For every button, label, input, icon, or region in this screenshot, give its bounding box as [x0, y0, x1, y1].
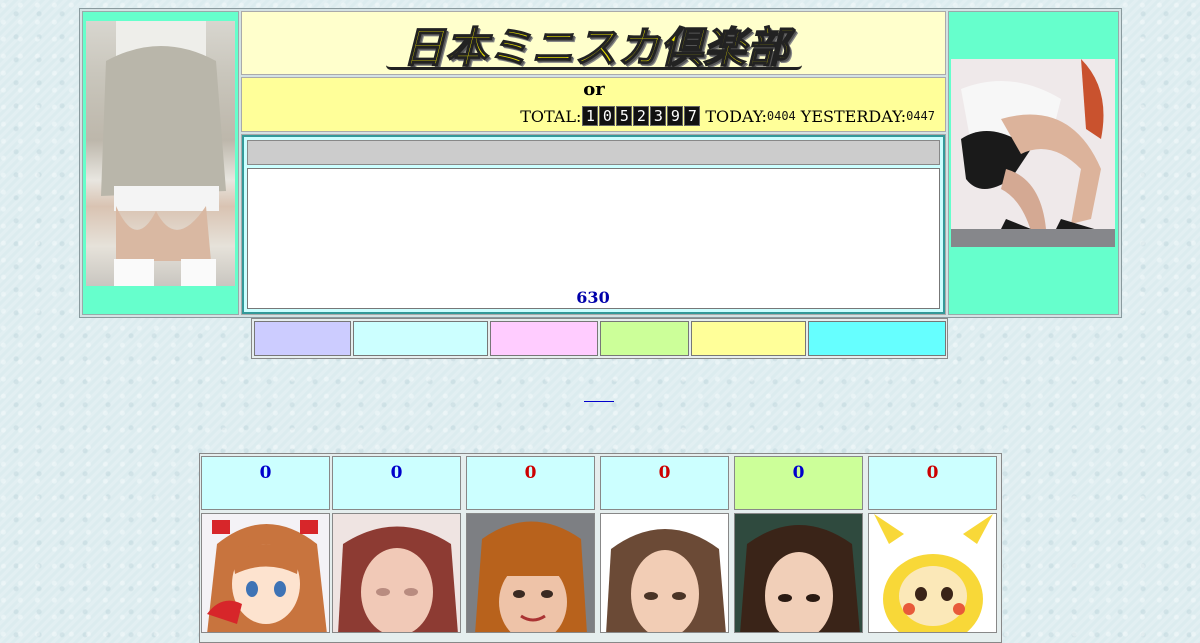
news-count-link[interactable]: 630 — [560, 288, 626, 308]
gallery-count[interactable]: 0 — [391, 463, 403, 483]
menu-button-3[interactable] — [490, 321, 598, 356]
access-counter: TOTAL: 1 0 5 2 3 9 7 TODAY: 0404 YESTERD… — [440, 104, 940, 128]
total-digit: 1 — [582, 106, 599, 126]
center-link[interactable] — [584, 386, 614, 402]
gallery-header: 0 — [868, 456, 997, 510]
total-digit: 5 — [616, 106, 633, 126]
gallery-image-anime-girl[interactable] — [201, 513, 330, 633]
gallery-image-woman-2[interactable] — [466, 513, 595, 633]
gallery-count[interactable]: 0 — [927, 463, 939, 483]
gallery-header: 0 — [332, 456, 461, 510]
menu-button-4[interactable] — [600, 321, 689, 356]
total-counter: 1 0 5 2 3 9 7 — [582, 106, 701, 126]
gallery-image-woman-4[interactable] — [734, 513, 863, 633]
gallery-count[interactable]: 0 — [260, 463, 272, 483]
logo-underline — [386, 65, 802, 70]
menu-button-6[interactable] — [808, 321, 946, 356]
gallery-image-pikachu[interactable] — [868, 513, 997, 633]
gallery-count[interactable]: 0 — [525, 463, 537, 483]
gallery-count[interactable]: 0 — [659, 463, 671, 483]
news-header-bar — [247, 140, 940, 165]
right-photo[interactable] — [951, 59, 1115, 247]
yesterday-counter: 0447 — [906, 109, 935, 123]
menu-button-5[interactable] — [691, 321, 806, 356]
total-digit: 7 — [684, 106, 701, 126]
site-logo[interactable]: 日本ミニスカ倶楽部 — [390, 18, 802, 73]
total-digit: 2 — [633, 106, 650, 126]
yesterday-label: YESTERDAY: — [800, 106, 907, 126]
total-label: TOTAL: — [520, 106, 582, 126]
today-label: TODAY: — [705, 106, 767, 126]
today-counter: 0404 — [766, 109, 796, 123]
menu-button-1[interactable] — [254, 321, 351, 356]
total-digit: 9 — [667, 106, 684, 126]
gallery-image-woman-3[interactable] — [600, 513, 729, 633]
total-digit: 3 — [650, 106, 667, 126]
gallery-header: 0 — [734, 456, 863, 510]
menu-button-2[interactable] — [353, 321, 488, 356]
total-digit: 0 — [599, 106, 616, 126]
gallery-header: 0 — [466, 456, 595, 510]
gallery-header: 0 — [201, 456, 330, 510]
gallery-image-woman-1[interactable] — [332, 513, 461, 633]
or-text: or — [583, 79, 605, 100]
left-photo[interactable] — [86, 21, 235, 286]
gallery-count[interactable]: 0 — [793, 463, 805, 483]
gallery-header: 0 — [600, 456, 729, 510]
